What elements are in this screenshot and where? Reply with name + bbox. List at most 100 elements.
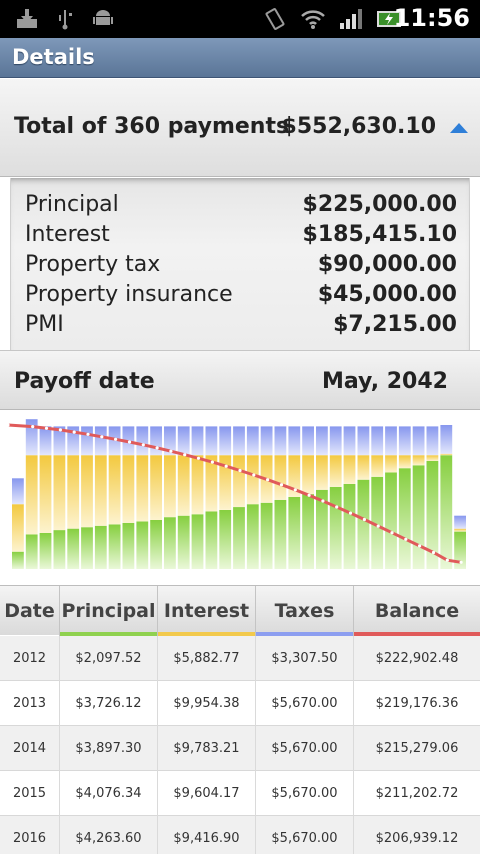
bar-taxes — [39, 426, 52, 456]
bar-interest — [426, 455, 439, 461]
cell-interest: $9,783.21 — [158, 726, 256, 771]
collapse-arrow-icon[interactable] — [450, 123, 468, 133]
column-header-date[interactable]: Date — [0, 586, 60, 636]
total-payments-header[interactable]: Total of 360 payments $552,630.10 — [0, 79, 480, 177]
bar-principal — [164, 517, 176, 569]
balance-point — [196, 456, 201, 460]
total-label: Total of 360 payments — [14, 114, 290, 139]
balance-point — [266, 478, 270, 482]
bar-principal — [39, 533, 52, 569]
bar-taxes — [302, 426, 314, 456]
bar-taxes — [233, 426, 245, 456]
cell-date: 2014 — [0, 726, 60, 771]
balance-point — [445, 558, 449, 562]
balance-point — [431, 550, 436, 555]
android-icon — [90, 6, 116, 32]
column-header-label: Date — [4, 600, 55, 622]
cell-taxes: $5,670.00 — [256, 771, 354, 816]
status-bar: 11:56 — [0, 0, 480, 38]
bar-interest — [25, 455, 38, 535]
cell-taxes: $5,670.00 — [256, 726, 354, 771]
balance-point — [31, 425, 35, 429]
bar-principal — [329, 486, 342, 569]
bar-taxes — [371, 426, 384, 456]
cell-interest: $9,954.38 — [158, 681, 256, 726]
bar-principal — [288, 497, 301, 569]
bar-interest — [357, 455, 370, 480]
bar-taxes — [357, 426, 370, 456]
breakdown-label: Property insurance — [25, 282, 233, 307]
cell-principal: $4,076.34 — [60, 771, 158, 816]
bar-taxes — [81, 426, 93, 456]
bar-interest — [164, 455, 176, 518]
bar-principal — [440, 455, 453, 569]
bar-taxes — [316, 426, 328, 456]
column-header-balance[interactable]: Balance — [354, 586, 480, 636]
bar-interest — [191, 455, 204, 515]
vibrate-icon — [262, 6, 288, 32]
bar-interest — [233, 455, 245, 507]
bar-interest — [412, 455, 425, 466]
balance-point — [86, 432, 90, 436]
balance-point — [58, 428, 63, 432]
table-row[interactable]: 2013 $3,726.12 $9,954.38 $5,670.00 $219,… — [0, 681, 480, 726]
bar-principal — [53, 530, 66, 569]
balance-point — [321, 499, 325, 503]
column-header-taxes[interactable]: Taxes — [256, 586, 354, 636]
breakdown-value: $225,000.00 — [302, 192, 457, 217]
bar-principal — [67, 528, 80, 569]
breakdown-label: Interest — [25, 222, 110, 247]
bar-principal — [12, 551, 24, 569]
bar-interest — [150, 455, 162, 520]
bar-principal — [260, 502, 273, 569]
bar-principal — [81, 527, 93, 569]
cell-balance: $215,279.06 — [375, 741, 459, 756]
bar-taxes — [25, 419, 38, 456]
balance-point — [348, 511, 353, 515]
table-row[interactable]: 2014 $3,897.30 $9,783.21 $5,670.00 $215,… — [0, 726, 480, 771]
bar-taxes — [426, 426, 439, 456]
balance-point — [390, 531, 394, 535]
balance-point — [418, 544, 422, 548]
bar-interest — [108, 455, 121, 525]
bar-interest — [343, 455, 356, 484]
breakdown-label: Property tax — [25, 252, 161, 277]
cell-interest: $9,604.17 — [158, 771, 256, 816]
bar-principal — [246, 504, 259, 569]
bar-interest — [454, 528, 466, 532]
bar-principal — [177, 515, 190, 569]
bar-interest — [94, 455, 107, 526]
breakdown-label: Principal — [25, 192, 119, 217]
table-row[interactable]: 2016 $4,263.60 $9,416.90 $5,670.00 $206,… — [0, 816, 480, 854]
bar-interest — [440, 453, 453, 456]
bar-principal — [136, 521, 149, 569]
breakdown-row-property-insurance: Property insurance $45,000.00 — [25, 282, 457, 312]
cell-principal: $4,263.60 — [60, 816, 158, 854]
bar-taxes — [398, 426, 411, 456]
table-row[interactable]: 2012 $2,097.52 $5,882.77 $3,307.50 $222,… — [0, 636, 480, 681]
balance-point — [169, 449, 173, 453]
column-header-interest[interactable]: Interest — [158, 586, 256, 636]
breakdown-row-principal: Principal $225,000.00 — [25, 192, 457, 222]
breakdown-value: $90,000.00 — [317, 252, 457, 277]
bar-taxes — [274, 426, 287, 456]
cell-interest: $9,416.90 — [158, 816, 256, 854]
cell-taxes: $5,670.00 — [256, 681, 354, 726]
cell-principal: $2,097.52 — [60, 636, 158, 681]
bar-interest — [246, 455, 259, 505]
bar-interest — [302, 455, 314, 495]
breakdown-value: $185,415.10 — [302, 222, 457, 247]
chart-svg — [6, 419, 466, 569]
cell-balance: $211,202.72 — [375, 786, 459, 801]
cell-interest: $5,882.77 — [158, 636, 256, 681]
column-header-principal[interactable]: Principal — [60, 586, 158, 636]
balance-point — [293, 488, 297, 492]
balance-point — [335, 505, 339, 509]
balance-point — [141, 443, 145, 447]
cell-taxes: $5,670.00 — [256, 816, 354, 854]
payoff-date-row: Payoff date May, 2042 — [0, 350, 480, 410]
bar-principal — [274, 499, 287, 569]
bar-interest — [371, 455, 384, 477]
breakdown-row-property-tax: Property tax $90,000.00 — [25, 252, 457, 282]
table-row[interactable]: 2015 $4,076.34 $9,604.17 $5,670.00 $211,… — [0, 771, 480, 816]
